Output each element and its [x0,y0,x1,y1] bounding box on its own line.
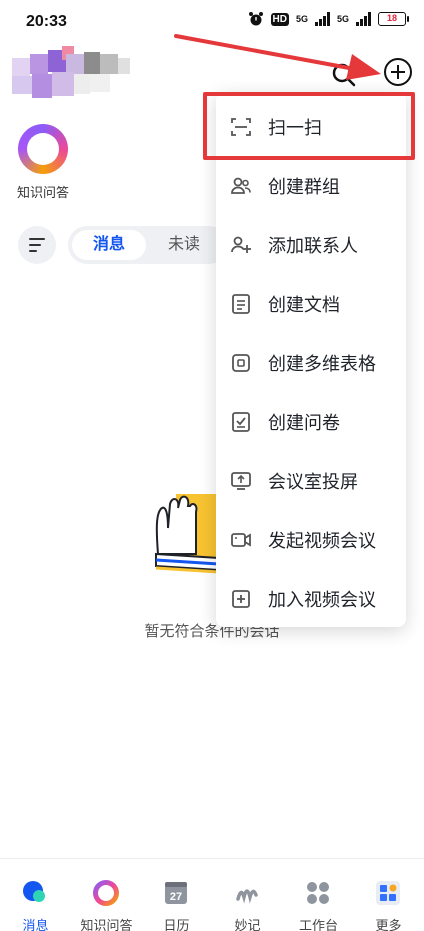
filter-icon-line [29,250,37,252]
survey-icon [232,411,250,432]
menu-item-label: 创建群组 [268,176,340,197]
signal-label-2: 5G [336,14,349,24]
menu-item-label: 创建文档 [268,294,340,315]
menu-item-label: 发起视频会议 [268,530,376,551]
tab-label: 消息 [22,918,49,931]
tab-messages[interactable]: 消息 [72,230,146,260]
group-icon [231,177,251,194]
status-bar: 20:33 HD 5G 5G 18 [0,0,424,40]
filter-icon-line [29,244,41,246]
menu-item-label: 创建多维表格 [268,353,376,374]
search-icon[interactable] [331,62,357,88]
hd-badge: HD [270,12,289,26]
status-icons: HD 5G 5G 18 [248,11,409,27]
tab-workplace-nav[interactable]: 工作台 [283,859,354,931]
filter-menu-button[interactable] [18,226,56,264]
menu-item-create-survey[interactable]: 创建问卷 [216,392,406,451]
tab-calendar-nav[interactable]: 27 日历 [141,859,212,931]
menu-item-create-group[interactable]: 创建群组 [216,156,406,215]
menu-item-join-video[interactable]: 加入视频会议 [216,569,406,628]
signal-bars-icon [356,12,371,26]
signal-label-1: 5G [295,14,308,24]
menu-item-screen-cast[interactable]: 会议室投屏 [216,451,406,510]
add-button[interactable] [384,58,412,86]
menu-item-add-contact[interactable]: 添加联系人 [216,215,406,274]
menu-item-create-base[interactable]: 创建多维表格 [216,333,406,392]
signal-bars-icon [314,12,330,26]
menu-item-start-video[interactable]: 发起视频会议 [216,510,406,569]
calendar-day: 27 [170,891,182,903]
minutes-icon [236,889,258,904]
tab-label: 日历 [163,918,190,931]
message-filter-tabs: 消息 未读 [68,226,228,264]
tab-minutes-nav[interactable]: 妙记 [212,859,283,931]
quick-action-menu: 扫一扫 创建群组 添加联系人 创建文档 创建多维表格 创建问卷 会议室投屏 发起… [216,92,406,627]
avatar[interactable] [12,44,130,104]
workplace-icon [307,882,329,904]
tab-label: 更多 [375,918,402,931]
join-meeting-icon [232,589,250,608]
battery-icon: 18 [378,12,409,26]
tab-label: 知识问答 [80,918,133,931]
menu-item-create-doc[interactable]: 创建文档 [216,274,406,333]
tab-label: 妙记 [234,918,261,931]
quick-access-label: 知识问答 [16,185,69,200]
tab-qa-nav[interactable]: 知识问答 [71,859,142,931]
document-icon [232,293,250,314]
qa-ring-icon [18,124,68,174]
menu-item-label: 创建问卷 [268,412,340,433]
more-apps-icon [376,881,400,905]
bottom-tab-bar: 消息 知识问答 27 日历 妙记 工作台 更多 [0,858,424,931]
tab-unread[interactable]: 未读 [168,230,200,260]
alarm-icon [248,12,263,26]
tab-label: 工作台 [298,918,338,931]
menu-item-label: 会议室投屏 [268,471,358,492]
highlight-box [203,92,415,160]
menu-item-label: 添加联系人 [268,235,358,256]
quick-access-qa[interactable]: 知识问答 [14,124,72,201]
filter-icon [29,238,45,240]
qa-ring-icon [93,880,119,906]
video-icon [231,532,251,547]
menu-item-label: 加入视频会议 [268,589,376,610]
base-table-icon [232,353,250,372]
add-contact-icon [231,236,251,253]
status-time: 20:33 [26,13,67,30]
calendar-icon: 27 [165,882,187,904]
tab-more-nav[interactable]: 更多 [353,859,424,931]
screen-cast-icon [231,471,251,490]
message-icon [23,881,45,902]
tab-messages-nav[interactable]: 消息 [0,859,71,931]
